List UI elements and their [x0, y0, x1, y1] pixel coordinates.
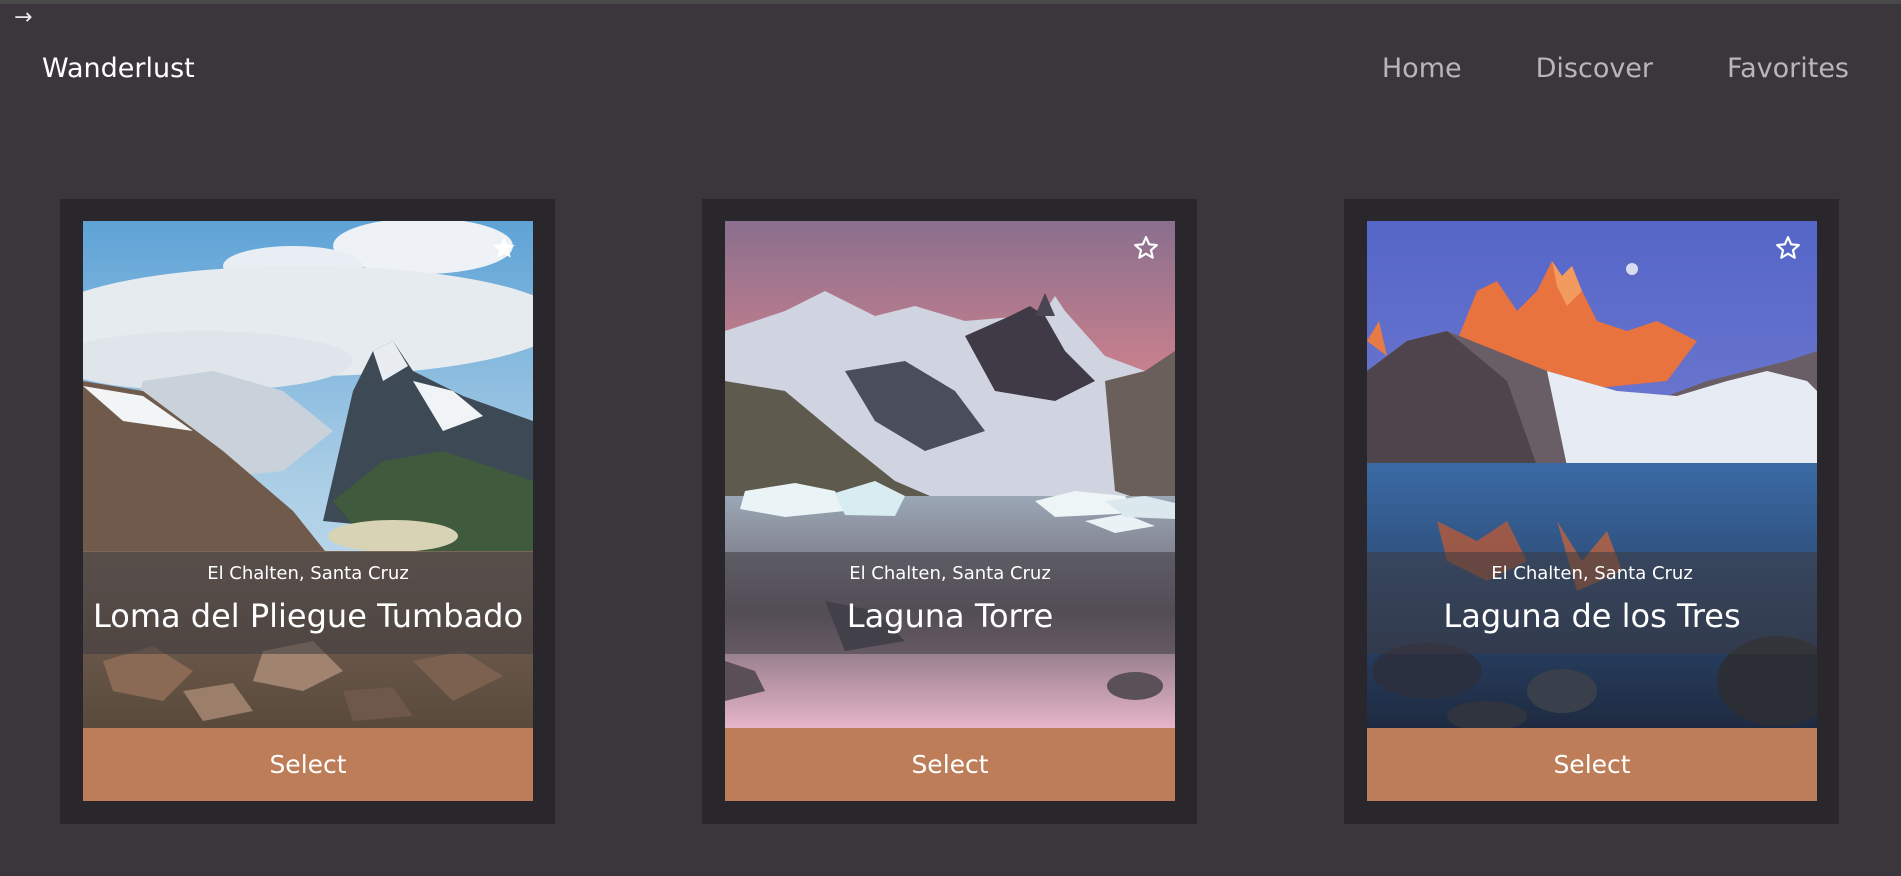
- window-top-border: [0, 0, 1901, 4]
- card-title: Laguna Torre: [846, 597, 1054, 635]
- card-content: El Chalten, Santa Cruz Laguna Torre Sele…: [725, 221, 1175, 801]
- brand-logo[interactable]: Wanderlust: [42, 52, 195, 86]
- arrow-right-icon[interactable]: →: [14, 6, 32, 30]
- select-button[interactable]: Select: [1367, 728, 1817, 801]
- destination-photo: El Chalten, Santa Cruz Laguna Torre: [725, 221, 1175, 728]
- main-nav: Home Discover Favorites: [1382, 52, 1849, 86]
- star-filled-icon[interactable]: [491, 235, 517, 261]
- card-content: El Chalten, Santa Cruz Loma del Pliegue …: [83, 221, 533, 801]
- card-caption: El Chalten, Santa Cruz Laguna de los Tre…: [1367, 552, 1817, 654]
- card-title: Laguna de los Tres: [1443, 597, 1741, 635]
- nav-discover[interactable]: Discover: [1536, 52, 1653, 86]
- star-outline-icon[interactable]: [1133, 235, 1159, 261]
- card-location: El Chalten, Santa Cruz: [1491, 563, 1693, 584]
- select-button[interactable]: Select: [725, 728, 1175, 801]
- destination-card: El Chalten, Santa Cruz Loma del Pliegue …: [60, 199, 555, 824]
- nav-home[interactable]: Home: [1382, 52, 1462, 86]
- card-content: El Chalten, Santa Cruz Laguna de los Tre…: [1367, 221, 1817, 801]
- card-location: El Chalten, Santa Cruz: [207, 563, 409, 584]
- card-title: Loma del Pliegue Tumbado: [92, 597, 524, 635]
- star-outline-icon[interactable]: [1775, 235, 1801, 261]
- nav-favorites[interactable]: Favorites: [1727, 52, 1849, 86]
- destination-photo: El Chalten, Santa Cruz Laguna de los Tre…: [1367, 221, 1817, 728]
- card-location: El Chalten, Santa Cruz: [849, 563, 1051, 584]
- card-caption: El Chalten, Santa Cruz Loma del Pliegue …: [83, 552, 533, 654]
- card-caption: El Chalten, Santa Cruz Laguna Torre: [725, 552, 1175, 654]
- select-button[interactable]: Select: [83, 728, 533, 801]
- destination-card: El Chalten, Santa Cruz Laguna Torre Sele…: [702, 199, 1197, 824]
- destination-photo: El Chalten, Santa Cruz Loma del Pliegue …: [83, 221, 533, 728]
- destination-card: El Chalten, Santa Cruz Laguna de los Tre…: [1344, 199, 1839, 824]
